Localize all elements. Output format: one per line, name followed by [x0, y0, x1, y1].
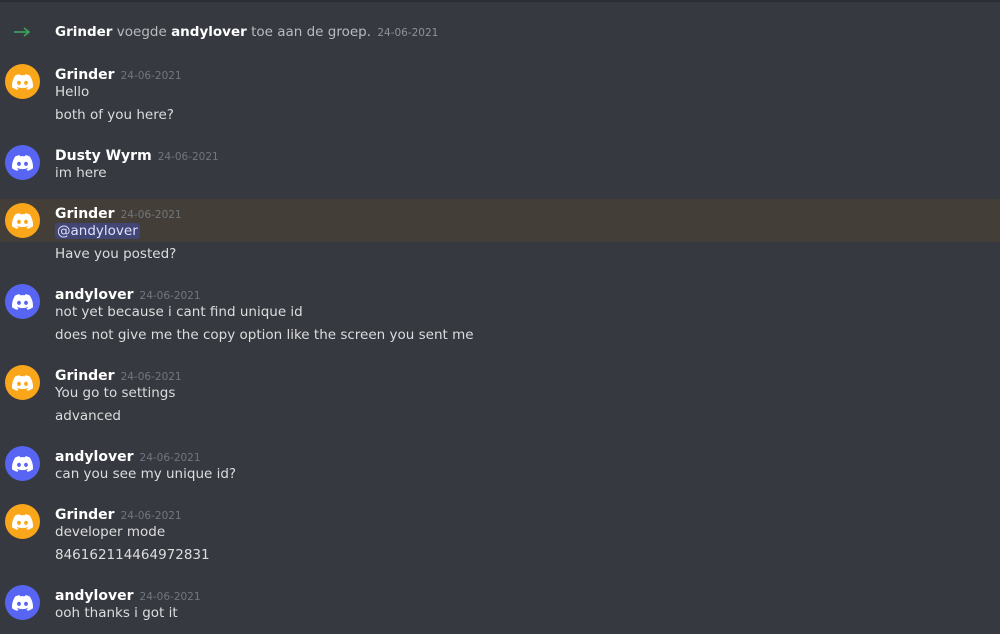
message-text: developer mode — [55, 524, 166, 540]
discord-logo-icon — [12, 73, 33, 90]
system-target[interactable]: andylover — [171, 24, 247, 40]
username[interactable]: andylover — [55, 588, 134, 604]
avatar[interactable] — [5, 145, 40, 180]
timestamp: 24-06-2021 — [120, 70, 182, 82]
timestamp: 24-06-2021 — [139, 290, 201, 302]
message-header: Grinder 24-06-2021 — [55, 504, 182, 523]
message-header: andylover 24-06-2021 — [55, 585, 201, 604]
message-text: advanced — [55, 408, 121, 424]
timestamp: 24-06-2021 — [120, 371, 182, 383]
discord-logo-icon — [12, 594, 33, 611]
message-header: Grinder 24-06-2021 — [55, 64, 182, 83]
message-text: im here — [55, 165, 107, 181]
message-text: ooh thanks i got it — [55, 605, 178, 621]
top-divider — [0, 0, 1000, 2]
message-header: andylover 24-06-2021 — [55, 446, 201, 465]
message-header: andylover 24-06-2021 — [55, 284, 201, 303]
avatar[interactable] — [5, 203, 40, 238]
message-text: can you see my unique id? — [55, 466, 237, 482]
system-text: Grinder voegde andylover toe aan de groe… — [55, 24, 438, 40]
avatar[interactable] — [5, 504, 40, 539]
join-arrow-icon — [14, 27, 31, 37]
timestamp: 24-06-2021 — [120, 209, 182, 221]
username[interactable]: Dusty Wyrm — [55, 148, 152, 164]
username[interactable]: Grinder — [55, 67, 115, 83]
discord-logo-icon — [12, 374, 33, 391]
message-header: Grinder 24-06-2021 — [55, 365, 182, 384]
discord-logo-icon — [12, 293, 33, 310]
avatar[interactable] — [5, 446, 40, 481]
timestamp: 24-06-2021 — [120, 510, 182, 522]
timestamp: 24-06-2021 — [157, 151, 219, 163]
avatar[interactable] — [5, 585, 40, 620]
message-text: not yet because i cant find unique id — [55, 304, 303, 320]
avatar[interactable] — [5, 284, 40, 319]
system-suffix: toe aan de groep. — [251, 24, 372, 40]
message-text: Hello — [55, 84, 90, 100]
message-header: Dusty Wyrm 24-06-2021 — [55, 145, 219, 164]
username[interactable]: Grinder — [55, 206, 115, 222]
message-text: @andylover — [55, 223, 140, 239]
discord-logo-icon — [12, 455, 33, 472]
system-actor[interactable]: Grinder — [55, 24, 112, 40]
username[interactable]: andylover — [55, 287, 134, 303]
username[interactable]: andylover — [55, 449, 134, 465]
system-timestamp: 24-06-2021 — [377, 27, 439, 39]
message-text: 846162114464972831 — [55, 547, 210, 563]
message-text: does not give me the copy option like th… — [55, 327, 474, 343]
message-header: Grinder 24-06-2021 — [55, 203, 182, 222]
message-text: You go to settings — [55, 385, 176, 401]
discord-logo-icon — [12, 154, 33, 171]
user-mention[interactable]: @andylover — [55, 223, 140, 239]
message-text: Have you posted? — [55, 246, 177, 262]
timestamp: 24-06-2021 — [139, 452, 201, 464]
discord-logo-icon — [12, 212, 33, 229]
discord-logo-icon — [12, 513, 33, 530]
username[interactable]: Grinder — [55, 507, 115, 523]
system-join-message: Grinder voegde andylover toe aan de groe… — [0, 20, 1000, 46]
timestamp: 24-06-2021 — [139, 591, 201, 603]
system-verb: voegde — [116, 24, 167, 40]
avatar[interactable] — [5, 64, 40, 99]
avatar[interactable] — [5, 365, 40, 400]
username[interactable]: Grinder — [55, 368, 115, 384]
message-text: both of you here? — [55, 107, 174, 123]
